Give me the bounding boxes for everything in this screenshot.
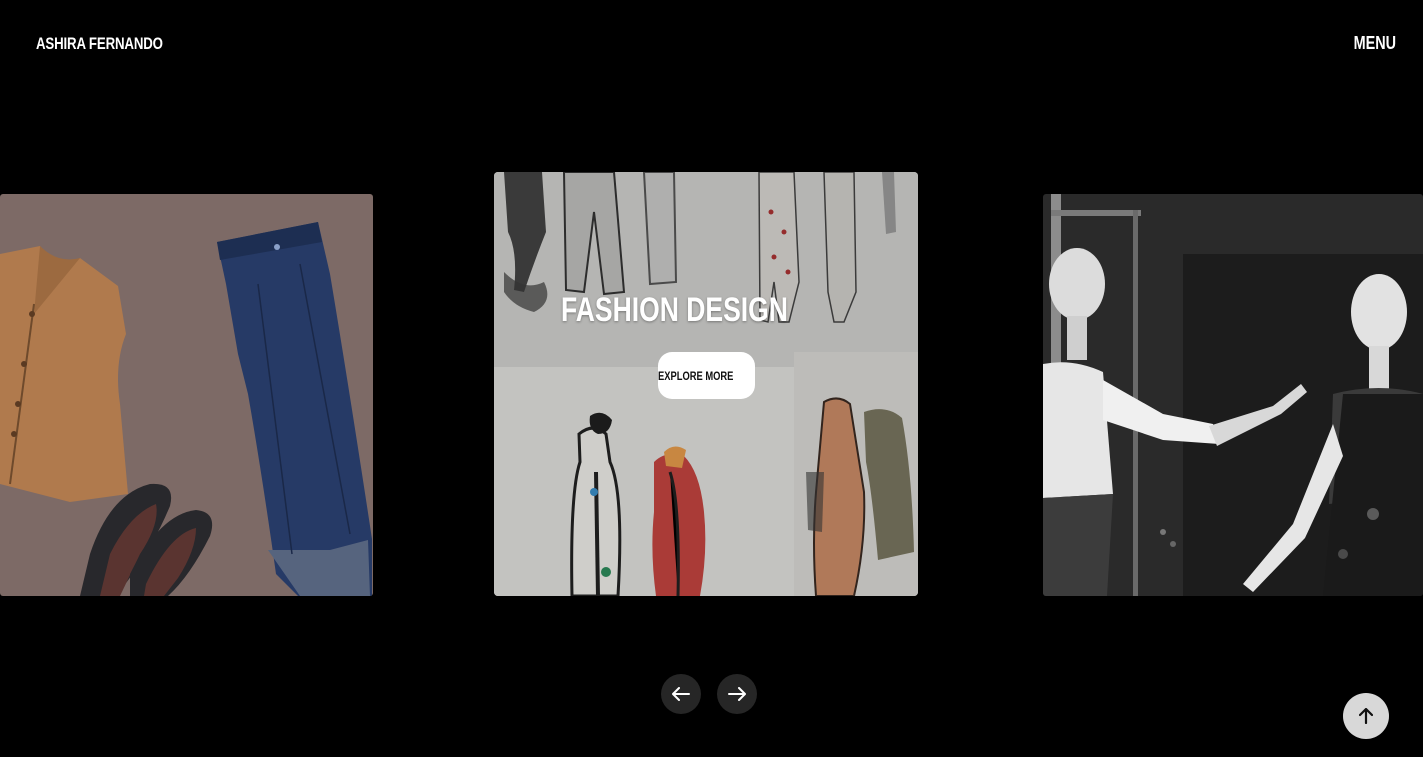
carousel-next-button[interactable] bbox=[717, 674, 757, 714]
site-brand[interactable]: ASHIRA FERNANDO bbox=[36, 34, 163, 54]
carousel-prev-button[interactable] bbox=[661, 674, 701, 714]
carousel-slide-previous[interactable] bbox=[0, 194, 373, 596]
arrow-up-icon bbox=[1359, 708, 1373, 724]
explore-more-label: EXPLORE MORE bbox=[657, 368, 734, 383]
slide-title: FASHION DESIGN bbox=[560, 291, 788, 329]
carousel-slide-next[interactable] bbox=[1043, 194, 1423, 596]
carousel-slide-active[interactable]: FASHION DESIGN EXPLORE MORE bbox=[494, 172, 918, 596]
menu-button[interactable]: MENU bbox=[1354, 33, 1396, 54]
mannequins-image bbox=[1043, 194, 1423, 596]
arrow-right-icon bbox=[728, 687, 746, 701]
slide-caption: FASHION DESIGN EXPLORE MORE bbox=[494, 172, 918, 596]
arrow-left-icon bbox=[672, 687, 690, 701]
back-to-top-button[interactable] bbox=[1343, 693, 1389, 739]
clothing-flat-lay-image bbox=[0, 194, 373, 596]
explore-more-button[interactable]: EXPLORE MORE bbox=[657, 352, 755, 399]
